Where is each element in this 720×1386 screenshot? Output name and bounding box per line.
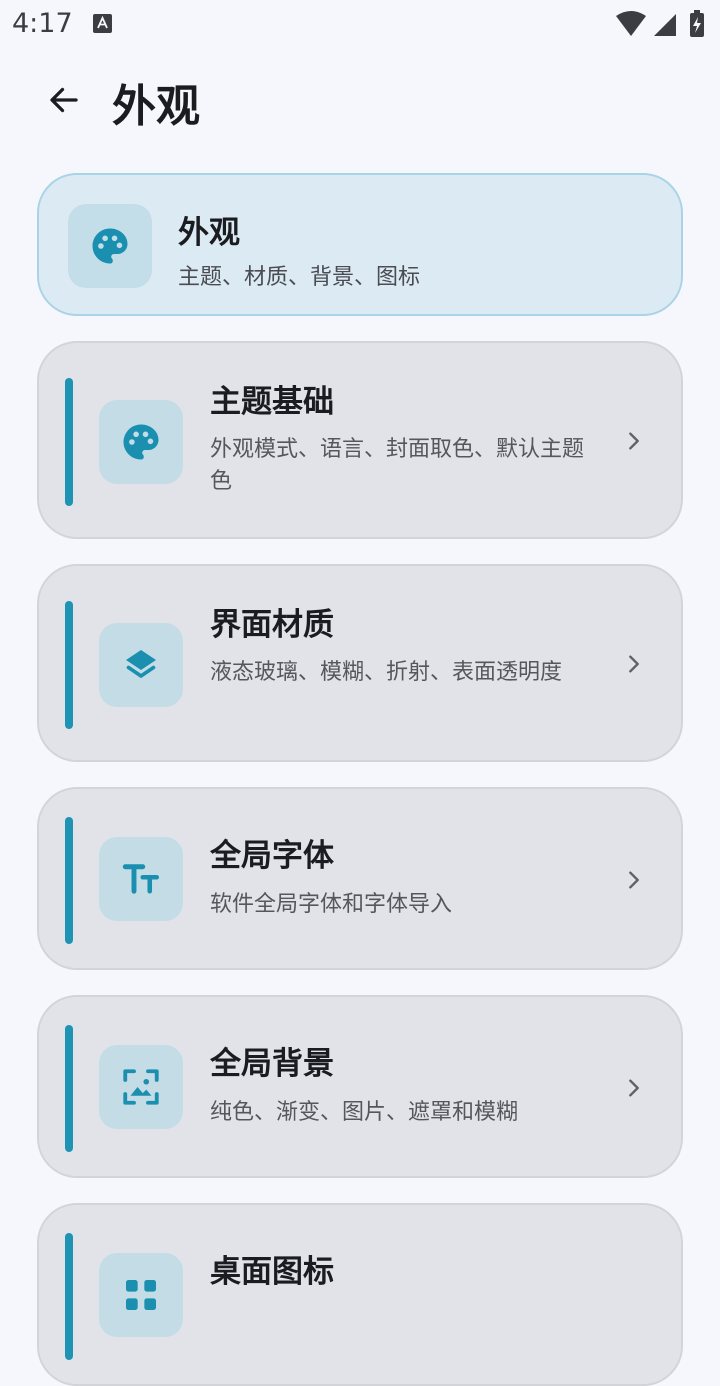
back-button[interactable] (38, 74, 90, 126)
item-icon-box (99, 837, 183, 921)
settings-item-global-font[interactable]: 全局字体 软件全局字体和字体导入 (37, 787, 683, 970)
image-frame-icon (123, 1069, 159, 1105)
app-bar: 外观 (0, 60, 720, 140)
appearance-header-card: 外观 主题、材质、背景、图标 (37, 173, 683, 316)
accent-bar (65, 1025, 73, 1152)
page-title: 外观 (112, 81, 200, 132)
arrow-back-icon (50, 87, 78, 113)
signal-icon (654, 14, 676, 36)
text-a-icon (93, 14, 112, 33)
accent-bar (65, 378, 73, 506)
item-title: 界面材质 (210, 607, 334, 643)
item-description: 外观模式、语言、封面取色、默认主题色 (210, 437, 585, 494)
item-title: 桌面图标 (210, 1254, 334, 1290)
settings-item-desktop-icons[interactable]: 桌面图标 (37, 1203, 683, 1386)
text-size-icon (122, 864, 160, 894)
header-card-subtitle: 主题、材质、背景、图标 (178, 265, 421, 290)
chevron-right-icon (623, 1077, 645, 1099)
chevron-right-icon (623, 653, 645, 675)
item-description: 纯色、渐变、图片、遮罩和模糊 (210, 1100, 519, 1125)
accent-bar (65, 601, 73, 729)
header-icon-box (68, 204, 152, 288)
palette-icon (123, 424, 159, 460)
item-title: 主题基础 (210, 384, 334, 420)
item-icon-box (99, 400, 183, 484)
chevron-right-icon (623, 430, 645, 452)
status-bar: 4:17 (0, 0, 720, 50)
settings-item-ui-material[interactable]: 界面材质 液态玻璃、模糊、折射、表面透明度 (37, 564, 683, 762)
accent-bar (65, 817, 73, 944)
item-title: 全局字体 (210, 838, 334, 874)
item-description: 液态玻璃、模糊、折射、表面透明度 (210, 660, 563, 685)
wifi-icon (616, 11, 646, 36)
accent-bar (65, 1233, 73, 1360)
item-description: 软件全局字体和字体导入 (210, 892, 453, 917)
palette-icon (92, 228, 128, 264)
item-icon-box (99, 1045, 183, 1129)
status-icons (616, 10, 704, 37)
app-grid-icon (126, 1280, 156, 1310)
settings-item-global-background[interactable]: 全局背景 纯色、渐变、图片、遮罩和模糊 (37, 995, 683, 1178)
layers-icon (126, 650, 156, 678)
status-time: 4:17 (12, 8, 73, 39)
item-icon-box (99, 623, 183, 707)
item-icon-box (99, 1253, 183, 1337)
header-card-title: 外观 (178, 215, 240, 251)
battery-charging-icon (690, 10, 704, 37)
item-title: 全局背景 (210, 1046, 334, 1082)
settings-item-theme-basics[interactable]: 主题基础 外观模式、语言、封面取色、默认主题色 (37, 341, 683, 539)
chevron-right-icon (623, 869, 645, 891)
